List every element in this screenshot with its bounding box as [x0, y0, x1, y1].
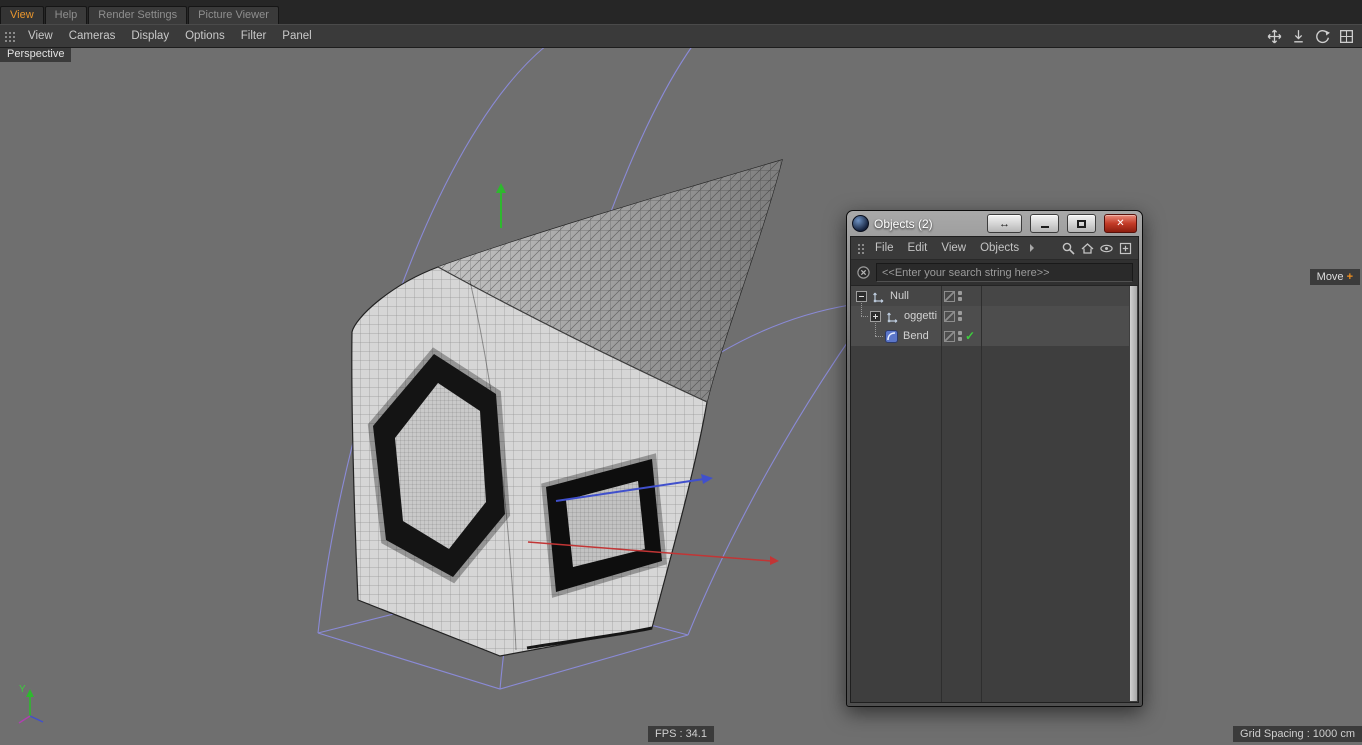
tool-hint-label: Move	[1316, 271, 1344, 283]
visibility-dots-icon[interactable]	[958, 291, 962, 301]
tab-view[interactable]: View	[0, 6, 44, 24]
collapse-expander-icon[interactable]	[856, 290, 867, 302]
tree-connector	[861, 316, 868, 317]
maximize-icon	[1077, 219, 1086, 228]
object-name: oggetti	[904, 310, 938, 322]
layer-icon[interactable]	[944, 330, 955, 342]
null-object-icon	[887, 312, 898, 323]
objects-window-title: Objects (2)	[874, 216, 933, 231]
tool-hint-plus-icon: +	[1346, 271, 1353, 283]
objects-menu-view[interactable]: View	[934, 242, 973, 254]
visibility-dots-icon[interactable]	[958, 331, 962, 341]
viewport-camera-controls	[1266, 28, 1362, 45]
null-object-icon	[873, 292, 884, 303]
camera-dolly-icon[interactable]	[1290, 28, 1307, 45]
object-name: Bend	[903, 330, 929, 342]
objects-search-row	[851, 260, 1138, 286]
add-object-icon[interactable]	[1118, 241, 1133, 256]
menu-display[interactable]: Display	[123, 30, 177, 42]
tree-connector	[861, 301, 862, 316]
visibility-cell	[944, 286, 984, 306]
enabled-check-icon[interactable]: ✓	[965, 330, 975, 342]
world-axis-indicator: Y	[18, 684, 44, 724]
objects-menu-file[interactable]: File	[868, 242, 901, 254]
undock-button[interactable]: ↔	[987, 214, 1022, 233]
viewport-menu-bar: View Cameras Display Options Filter Pane…	[0, 24, 1362, 48]
column-divider	[981, 286, 982, 702]
drag-grip-icon[interactable]	[3, 29, 16, 43]
visibility-cell	[944, 306, 984, 326]
active-tool-hint: Move +	[1309, 269, 1360, 285]
objects-menu-objects[interactable]: Objects	[973, 242, 1026, 254]
object-name: Null	[890, 290, 909, 302]
objects-window-titlebar[interactable]: Objects (2) ↔ ✕	[850, 211, 1139, 236]
menu-filter[interactable]: Filter	[233, 30, 275, 42]
table-row-oggetti[interactable]: oggetti	[851, 306, 1129, 326]
viewport-view-label[interactable]: Perspective	[0, 46, 72, 62]
column-divider	[941, 286, 942, 702]
camera-pan-icon[interactable]	[1266, 28, 1283, 45]
fps-counter: FPS : 34.1	[648, 726, 714, 742]
objects-window-body: File Edit View Objects <<Enter your sear…	[850, 236, 1139, 703]
tree-connector	[875, 336, 883, 337]
minimize-button[interactable]	[1030, 214, 1059, 233]
tree-scrollbar[interactable]	[1130, 286, 1137, 701]
objects-menu-edit[interactable]: Edit	[901, 242, 935, 254]
search-icon[interactable]	[1061, 241, 1076, 256]
objects-menu-bar: File Edit View Objects	[851, 237, 1138, 260]
menu-panel[interactable]: Panel	[274, 30, 319, 42]
search-input[interactable]	[876, 263, 1133, 282]
layer-icon[interactable]	[944, 310, 955, 322]
menu-view[interactable]: View	[20, 30, 61, 42]
tab-help[interactable]: Help	[44, 6, 88, 24]
home-icon[interactable]	[1080, 241, 1095, 256]
tab-render-settings[interactable]: Render Settings	[88, 6, 188, 24]
toggle-view-layout-icon[interactable]	[1338, 28, 1355, 45]
app-logo-icon	[852, 215, 869, 232]
minimize-icon	[1040, 225, 1049, 228]
camera-rotate-icon[interactable]	[1314, 28, 1331, 45]
table-row-null[interactable]: Null	[851, 286, 1129, 306]
visibility-dots-icon[interactable]	[958, 311, 962, 321]
viewport-canvas[interactable]: Y	[0, 0, 1362, 745]
grid-spacing-label: Grid Spacing : 1000 cm	[1233, 726, 1362, 742]
tab-picture-viewer[interactable]: Picture Viewer	[188, 6, 279, 24]
table-row-bend[interactable]: Bend ✓	[851, 326, 1129, 346]
objects-toolbar-icons	[1061, 241, 1135, 256]
maximize-button[interactable]	[1067, 214, 1096, 233]
menu-cameras[interactable]: Cameras	[61, 30, 124, 42]
eye-filter-icon[interactable]	[1099, 241, 1114, 256]
objects-window: Objects (2) ↔ ✕ File Edit View Objects <…	[846, 210, 1143, 707]
bend-deformer-icon	[885, 329, 898, 343]
drag-grip-icon[interactable]	[856, 242, 866, 254]
layer-icon[interactable]	[944, 290, 955, 302]
axis-y-label: Y	[19, 684, 26, 695]
menu-overflow-arrow-icon[interactable]	[1030, 244, 1035, 252]
visibility-cell: ✓	[944, 326, 984, 346]
menu-options[interactable]: Options	[177, 30, 233, 42]
mesh-object[interactable]	[351, 159, 783, 657]
expand-expander-icon[interactable]	[870, 310, 881, 322]
object-tree: Null oggetti Bend ✓	[851, 286, 1138, 702]
close-button[interactable]: ✕	[1104, 214, 1137, 233]
tree-connector	[875, 321, 876, 336]
main-menu-bar: View Help Render Settings Picture Viewer	[0, 0, 1362, 24]
clear-search-icon[interactable]	[856, 265, 871, 280]
